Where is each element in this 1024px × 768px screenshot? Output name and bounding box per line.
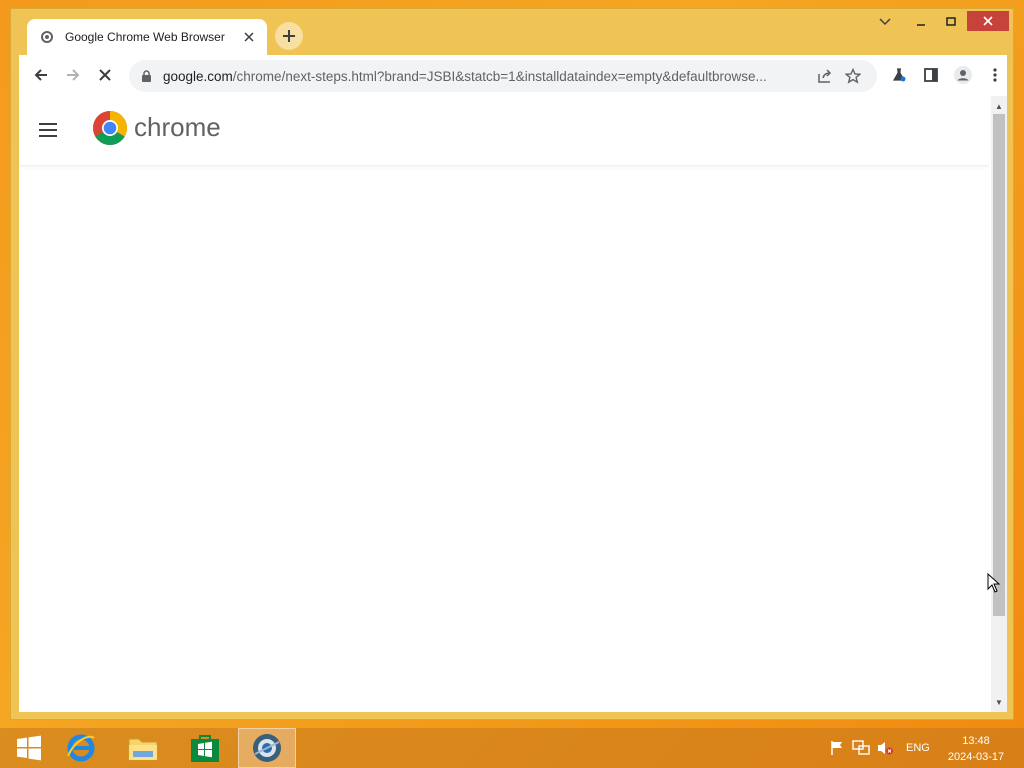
system-clock[interactable]: 13:48 2024-03-17 [944, 733, 1008, 765]
action-center-flag-icon[interactable] [828, 740, 846, 756]
scroll-up-arrow-icon[interactable]: ▲ [991, 98, 1007, 114]
bookmark-star-icon[interactable] [839, 62, 867, 90]
tab-close-icon[interactable] [241, 29, 257, 45]
flask-icon [892, 68, 906, 82]
taskbar-chrome-setup[interactable] [238, 728, 296, 768]
side-panel-button[interactable] [915, 59, 947, 91]
network-icon[interactable] [852, 740, 870, 756]
labs-button[interactable] [883, 59, 915, 91]
internet-explorer-icon [67, 734, 95, 762]
address-bar[interactable]: google.com/chrome/next-steps.html?brand=… [129, 60, 877, 92]
profile-button[interactable] [947, 59, 979, 91]
minimize-button[interactable] [907, 11, 935, 33]
hamburger-menu-icon[interactable] [39, 118, 63, 142]
chrome-menu-button[interactable] [979, 59, 1011, 91]
taskbar: ENG 13:48 2024-03-17 [0, 728, 1024, 768]
scroll-down-arrow-icon[interactable]: ▼ [991, 694, 1007, 710]
forward-button[interactable] [57, 59, 89, 91]
chrome-wordmark[interactable]: chrome [134, 112, 221, 143]
chrome-window: Google Chrome Web Browser google.com/chr… [10, 8, 1014, 720]
tab-search-button[interactable] [873, 11, 897, 33]
scrollbar-thumb[interactable] [993, 114, 1005, 616]
clock-date: 2024-03-17 [947, 751, 1005, 763]
windows-logo-icon [17, 735, 41, 761]
close-window-button[interactable] [967, 11, 1009, 31]
maximize-icon [946, 17, 956, 26]
side-panel-icon [924, 68, 938, 82]
start-button[interactable] [0, 728, 58, 768]
url-text[interactable]: google.com/chrome/next-steps.html?brand=… [163, 69, 811, 84]
chrome-logo-icon[interactable] [92, 110, 128, 146]
url-path: /chrome/next-steps.html?brand=JSBI&statc… [232, 68, 767, 84]
stop-loading-button[interactable] [89, 59, 121, 91]
chrome-installer-icon [253, 734, 281, 762]
folder-icon [128, 738, 158, 761]
page-content: chrome ▲ ▼ [19, 96, 1007, 712]
browser-toolbar: google.com/chrome/next-steps.html?brand=… [19, 55, 1007, 96]
site-header: chrome [19, 96, 989, 166]
taskbar-internet-explorer[interactable] [52, 728, 110, 768]
new-tab-button[interactable] [275, 22, 303, 50]
back-arrow-icon [34, 69, 47, 81]
taskbar-file-explorer[interactable] [114, 728, 172, 768]
tab-title: Google Chrome Web Browser [65, 30, 225, 44]
maximize-button[interactable] [937, 11, 965, 33]
more-vert-icon [993, 68, 997, 82]
minimize-icon [917, 24, 925, 26]
avatar-icon [954, 66, 972, 84]
plus-icon [283, 30, 295, 42]
chevron-down-icon [879, 18, 891, 26]
taskbar-store[interactable] [176, 728, 234, 768]
input-language[interactable]: ENG [906, 742, 930, 754]
url-host: google.com [163, 68, 233, 84]
loading-favicon-icon [39, 29, 55, 45]
lock-icon[interactable] [141, 69, 155, 83]
store-icon [191, 735, 219, 762]
clock-time: 13:48 [962, 735, 990, 747]
stop-icon [99, 69, 111, 81]
forward-arrow-icon [67, 69, 80, 81]
mouse-cursor-icon [987, 573, 1001, 593]
volume-muted-icon[interactable] [876, 740, 894, 756]
tab-strip: Google Chrome Web Browser [11, 9, 1013, 55]
vertical-scrollbar[interactable]: ▲ ▼ [991, 96, 1007, 712]
tab-google-chrome[interactable]: Google Chrome Web Browser [27, 19, 267, 55]
share-icon[interactable] [811, 62, 839, 90]
back-button[interactable] [25, 59, 57, 91]
close-icon [983, 16, 993, 26]
